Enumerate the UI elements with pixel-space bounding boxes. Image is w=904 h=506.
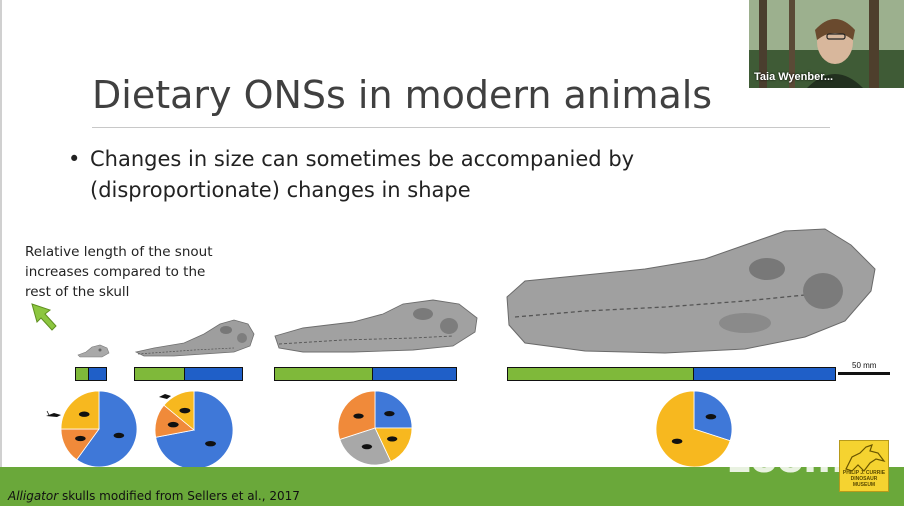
pie-slice-blue bbox=[374, 390, 413, 429]
snout-segment bbox=[508, 368, 695, 380]
prey-silhouette-icon bbox=[167, 421, 179, 428]
cranium-segment bbox=[185, 368, 242, 380]
prey-silhouette-icon bbox=[353, 413, 364, 419]
diet-pie-4 bbox=[655, 390, 733, 468]
cranium-segment bbox=[88, 368, 106, 380]
down-arrow-icon bbox=[31, 303, 57, 331]
prey-silhouette-icon bbox=[205, 440, 216, 447]
ratio-bar-4 bbox=[507, 367, 836, 381]
prey-silhouette-icon bbox=[705, 414, 717, 420]
prey-silhouette-icon bbox=[75, 435, 86, 442]
snout-segment bbox=[275, 368, 373, 380]
insect-icon bbox=[46, 410, 61, 417]
prey-silhouette-icon bbox=[384, 411, 395, 417]
prey-silhouette-icon bbox=[113, 432, 125, 439]
insect-icon bbox=[159, 394, 171, 399]
logo-line-2: DINOSAUR MUSEUM bbox=[850, 476, 878, 488]
prey-silhouette-icon bbox=[387, 436, 398, 442]
bullet-dot-icon: • bbox=[68, 147, 81, 171]
slide-title: Dietary ONSs in modern animals bbox=[92, 73, 713, 117]
participant-video[interactable]: Taia Wyenber... bbox=[749, 0, 904, 88]
skull-juvenile bbox=[134, 319, 255, 357]
bullet-text: Changes in size can sometimes be accompa… bbox=[90, 147, 635, 202]
slide-edge bbox=[0, 0, 2, 506]
snout-segment bbox=[76, 368, 89, 380]
prey-silhouette-icon bbox=[179, 407, 191, 414]
zoom-watermark: zoom bbox=[728, 436, 845, 482]
scale-bar bbox=[838, 372, 890, 375]
prey-silhouette-icon bbox=[78, 411, 90, 417]
caption-genus: Alligator bbox=[8, 489, 59, 503]
participant-name: Taia Wyenber... bbox=[754, 71, 834, 83]
skull-subadult bbox=[274, 299, 478, 353]
caption-source: skulls modified from Sellers et al., 201… bbox=[58, 489, 300, 503]
prey-silhouette-icon bbox=[361, 444, 373, 450]
image-caption: Alligator skulls modified from Sellers e… bbox=[8, 489, 300, 503]
cranium-segment bbox=[694, 368, 835, 380]
skull-adult bbox=[506, 228, 876, 354]
cranium-segment bbox=[372, 368, 456, 380]
snout-segment bbox=[135, 368, 186, 380]
ratio-bar-1 bbox=[75, 367, 107, 381]
pie-slice-yellow bbox=[60, 390, 100, 430]
ratio-bar-2 bbox=[134, 367, 243, 381]
diet-pie-1 bbox=[60, 390, 138, 468]
skull-hatchling bbox=[77, 344, 110, 358]
scale-label: 50 mm bbox=[852, 361, 877, 370]
prey-silhouette-icon bbox=[671, 438, 683, 444]
museum-logo: PHILIP J. CURRIE DINOSAUR MUSEUM bbox=[839, 440, 889, 492]
title-divider bbox=[92, 127, 830, 128]
diet-pie-2 bbox=[154, 390, 234, 470]
logo-text: PHILIP J. CURRIE DINOSAUR MUSEUM bbox=[840, 470, 888, 488]
snout-note: Relative length of the snout increases c… bbox=[25, 244, 213, 300]
ratio-bar-3 bbox=[274, 367, 457, 381]
diet-pie-3 bbox=[337, 390, 413, 466]
